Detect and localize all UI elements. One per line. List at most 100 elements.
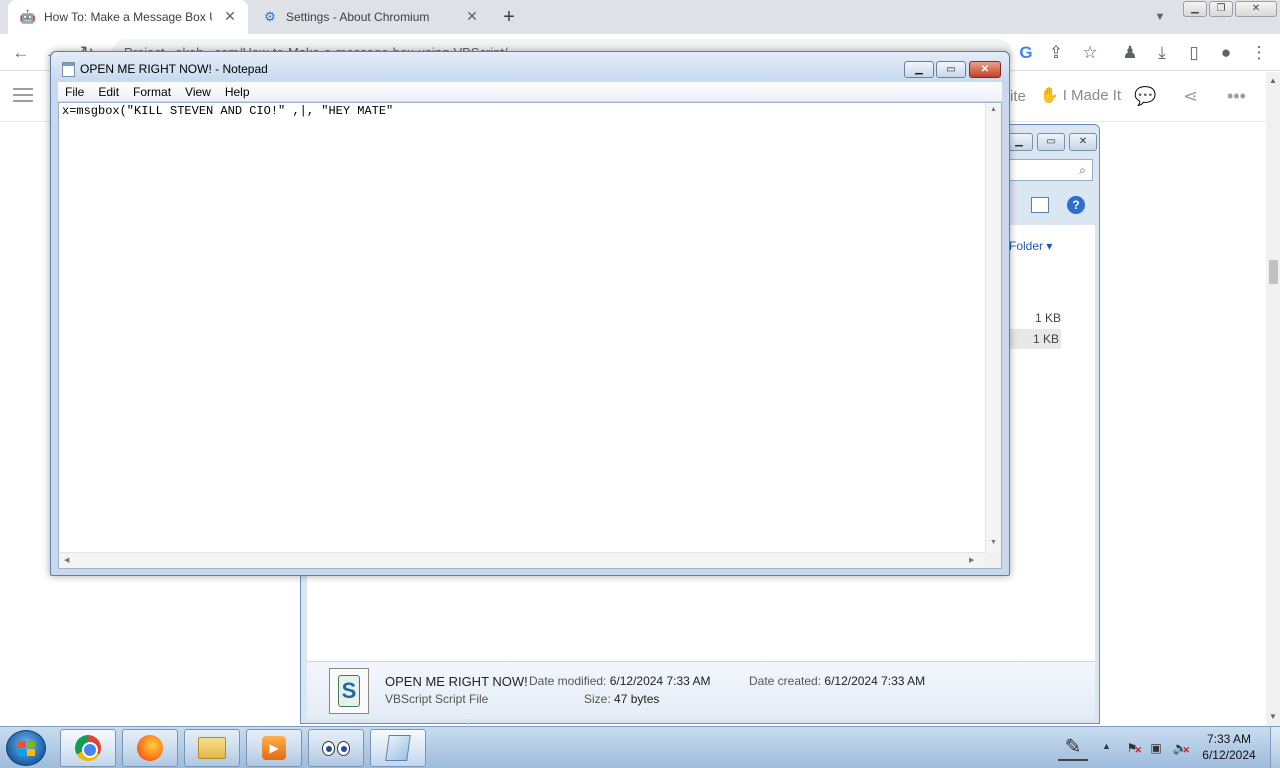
share-icon[interactable]: ⇪ xyxy=(1045,42,1067,64)
browser-tab-active[interactable]: 🤖 How To: Make a Message Box Us ✕ xyxy=(8,0,248,34)
scroll-down-arrow-icon[interactable]: ▼ xyxy=(1269,712,1277,721)
media-player-icon: ▶ xyxy=(262,736,286,760)
volume-muted-icon[interactable]: 🔈 ✕ xyxy=(1172,740,1190,756)
close-window-button[interactable]: ✕ xyxy=(1235,1,1277,17)
hand-icon: ✋ xyxy=(1040,87,1059,104)
page-action-partial[interactable]: ite xyxy=(1010,88,1026,105)
notepad-minimize-button[interactable]: ▁ xyxy=(904,61,934,78)
explorer-close-button[interactable]: ✕ xyxy=(1069,133,1097,151)
vbscript-file-icon: S xyxy=(329,668,369,714)
action-center-icon[interactable]: ⚑ ✕ xyxy=(1124,740,1142,756)
firefox-icon xyxy=(137,735,163,761)
taskbar-chromium[interactable] xyxy=(60,729,116,767)
page-scrollbar[interactable]: ▲ ▼ xyxy=(1266,72,1280,726)
comment-icon[interactable]: 💬 xyxy=(1134,86,1156,107)
restore-button[interactable]: ❐ xyxy=(1209,1,1233,17)
browser-window-controls: ▁ ❐ ✕ xyxy=(1183,1,1277,17)
details-modified: Date modified: 6/12/2024 7:33 AM xyxy=(529,674,710,688)
show-desktop-button[interactable] xyxy=(1270,727,1280,768)
notepad-close-button[interactable]: ✕ xyxy=(969,61,1001,78)
tab-search-chevron-icon[interactable]: ▼ xyxy=(1151,8,1169,26)
taskbar-media-player[interactable]: ▶ xyxy=(246,729,302,767)
browser-menu-icon[interactable]: ⋮ xyxy=(1248,42,1270,64)
minimize-button[interactable]: ▁ xyxy=(1183,1,1207,17)
side-panel-icon[interactable]: ▯ xyxy=(1183,42,1205,64)
taskbar-firefox[interactable] xyxy=(122,729,178,767)
eyes-icon xyxy=(322,740,350,756)
explorer-maximize-button[interactable]: ▭ xyxy=(1037,133,1065,151)
hamburger-menu-icon[interactable] xyxy=(13,88,33,104)
notepad-window: OPEN ME RIGHT NOW! - Notepad ▁ ▭ ✕ File … xyxy=(50,51,1010,576)
menu-format[interactable]: Format xyxy=(126,85,178,99)
explorer-details-pane: S OPEN ME RIGHT NOW! VBScript Script Fil… xyxy=(307,661,1095,719)
new-folder-button[interactable]: Folder ▾ xyxy=(1009,239,1052,253)
file-size-cell: 1 KB xyxy=(1034,311,1061,325)
preview-pane-icon[interactable] xyxy=(1031,197,1049,213)
taskbar-notepad[interactable] xyxy=(370,729,426,767)
close-tab-icon[interactable]: ✕ xyxy=(222,8,238,24)
clock-date: 6/12/2024 xyxy=(1202,748,1256,762)
size-value: 47 bytes xyxy=(614,692,660,706)
menu-help[interactable]: Help xyxy=(218,85,257,99)
windows-logo-icon xyxy=(18,741,35,756)
details-created: Date created: 6/12/2024 7:33 AM xyxy=(749,674,925,688)
new-tab-button[interactable]: + xyxy=(498,6,520,28)
created-value: 6/12/2024 7:33 AM xyxy=(824,674,926,688)
download-icon[interactable]: ⤓ xyxy=(1151,42,1173,64)
back-arrow-icon[interactable]: ← xyxy=(10,42,32,64)
details-size: Size: 47 bytes xyxy=(584,692,659,706)
explorer-command-bar: ? xyxy=(1007,193,1097,219)
scroll-up-arrow-icon[interactable]: ▲ xyxy=(1269,76,1277,85)
i-made-it-button[interactable]: ✋ I Made It xyxy=(1040,86,1122,105)
menu-file[interactable]: File xyxy=(58,85,91,99)
scroll-down-arrow-icon[interactable]: ▼ xyxy=(990,539,997,546)
explorer-search-icon[interactable]: ⌕ xyxy=(1007,159,1093,181)
share-icon[interactable]: ⋖ xyxy=(1183,86,1198,107)
menu-edit[interactable]: Edit xyxy=(91,85,126,99)
more-options-icon[interactable]: ••• xyxy=(1227,86,1246,107)
notepad-text-area[interactable]: x=msgbox("KILL STEVEN AND CIO!" ,|, "HEY… xyxy=(58,102,1002,569)
scroll-up-arrow-icon[interactable]: ▲ xyxy=(990,106,997,113)
tab-title: Settings - About Chromium xyxy=(286,10,430,24)
pen-input-icon[interactable]: ✎ xyxy=(1058,735,1088,761)
clock-time: 7:33 AM xyxy=(1206,732,1252,746)
settings-gear-icon: ⚙ xyxy=(264,9,276,24)
system-clock[interactable]: 7:33 AM 6/12/2024 xyxy=(1196,731,1262,763)
instructables-favicon-icon: 🤖 xyxy=(19,9,37,24)
details-file-name: OPEN ME RIGHT NOW! xyxy=(385,674,528,689)
scroll-right-arrow-icon[interactable]: ▶ xyxy=(969,556,974,564)
file-size-cell-selected[interactable]: 1 KB xyxy=(1007,329,1061,349)
extensions-icon[interactable]: ♟ xyxy=(1119,42,1141,64)
scrollbar-corner xyxy=(985,552,1001,568)
notepad-titlebar[interactable]: OPEN ME RIGHT NOW! - Notepad ▁ ▭ ✕ xyxy=(51,52,1009,84)
close-tab-icon[interactable]: ✕ xyxy=(464,8,480,24)
size-label: Size: xyxy=(584,692,611,706)
folder-icon xyxy=(198,737,226,759)
notepad-icon xyxy=(62,62,75,77)
profile-avatar-icon[interactable]: ● xyxy=(1215,42,1237,64)
show-hidden-icons-icon[interactable]: ▲ xyxy=(1102,741,1111,751)
start-button[interactable] xyxy=(6,730,46,766)
notepad-maximize-button[interactable]: ▭ xyxy=(936,61,966,78)
notepad-vertical-scrollbar[interactable]: ▲ ▼ xyxy=(985,103,1001,553)
chromium-icon xyxy=(75,735,101,761)
i-made-it-label: I Made It xyxy=(1062,86,1122,104)
notepad-menubar: File Edit Format View Help xyxy=(58,82,1002,101)
details-file-type: VBScript Script File xyxy=(385,692,489,706)
scroll-left-arrow-icon[interactable]: ◀ xyxy=(64,556,69,564)
notepad-horizontal-scrollbar[interactable]: ◀ ▶ xyxy=(59,552,985,568)
browser-tab-settings[interactable]: ⚙ Settings - About Chromium ✕ xyxy=(250,0,490,34)
bookmark-star-icon[interactable]: ☆ xyxy=(1079,42,1101,64)
google-lens-icon[interactable]: G xyxy=(1015,42,1037,64)
browser-tabstrip: 🤖 How To: Make a Message Box Us ✕ ⚙ Sett… xyxy=(0,0,1280,34)
windows-taskbar: ▶ ✎ ▲ ⚑ ✕ ▣ 🔈 ✕ 7:33 AM 6/12/2024 xyxy=(0,726,1280,768)
notepad-text-content[interactable]: x=msgbox("KILL STEVEN AND CIO!" ,|, "HEY… xyxy=(62,103,393,119)
taskbar-xeyes[interactable] xyxy=(308,729,364,767)
help-icon[interactable]: ? xyxy=(1067,196,1085,214)
taskbar-explorer[interactable] xyxy=(184,729,240,767)
created-label: Date created: xyxy=(749,674,822,688)
notepad-title: OPEN ME RIGHT NOW! - Notepad xyxy=(80,62,268,76)
scrollbar-thumb[interactable] xyxy=(1269,260,1278,284)
menu-view[interactable]: View xyxy=(178,85,218,99)
network-icon[interactable]: ▣ xyxy=(1148,740,1164,756)
